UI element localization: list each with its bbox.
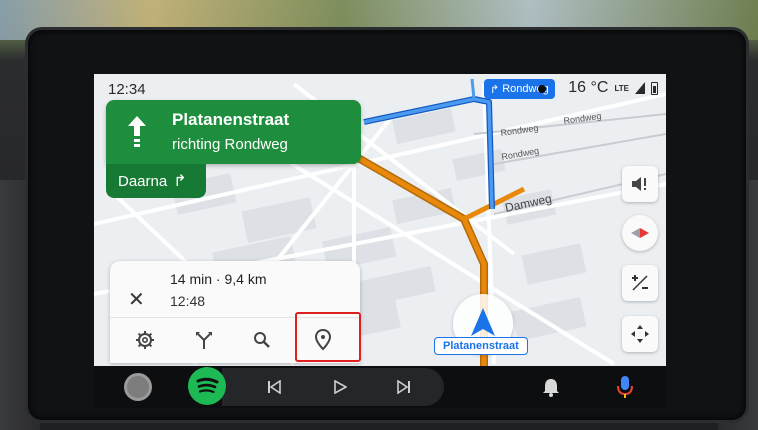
network-label: LTE [614,83,629,93]
clock: 12:34 [108,81,146,98]
settings-icon [136,331,154,349]
turn-right-icon: ↱ [490,83,500,96]
highlight-box [295,312,361,362]
battery-icon [651,81,658,95]
next-button[interactable] [394,377,414,397]
alt-routes-icon [196,332,212,349]
bottom-app-bar [94,366,666,408]
compass-icon [631,228,649,238]
mute-button[interactable] [622,166,658,202]
android-auto-screen: Rondweg Rondweg Rondweg Damweg 12:34 ↱ R… [94,74,666,366]
search-button[interactable] [250,328,274,352]
nav-street-name: Platanenstraat [172,110,290,129]
search-icon [254,332,270,348]
bell-icon [543,379,559,397]
spotify-button[interactable] [188,367,226,405]
voice-assistant-button[interactable] [614,374,636,400]
signal-icon [635,82,645,94]
alt-routes-button[interactable] [192,328,216,352]
recenter-button[interactable] [622,316,658,352]
navigation-instruction-card[interactable]: Platanenstraat richting Rondweg [106,100,361,164]
play-icon [334,380,347,394]
nav-direction: richting Rondweg [172,136,288,153]
previous-button[interactable] [264,377,284,397]
route-blue-north [470,78,476,100]
current-street-label: Platanenstraat [434,337,528,355]
camera-dot [538,85,546,93]
previous-icon [268,380,281,394]
close-icon[interactable]: ✕ [128,287,145,312]
settings-button[interactable] [133,328,157,352]
compass-button[interactable] [622,215,658,251]
temperature: 16 °C [568,79,609,96]
next-icon [397,380,410,394]
arrow-up-icon [128,116,146,147]
play-button[interactable] [330,377,350,397]
trip-duration-distance: 14 min · 9,4 km [170,271,267,287]
then-label: Daarna [118,172,168,190]
spotify-icon [196,377,219,394]
media-controls [222,368,444,406]
then-instruction: Daarna ↱ [106,164,206,198]
plus-minus-icon [632,275,648,291]
recenter-icon [631,325,649,343]
volume-alert-icon [632,177,646,191]
home-button[interactable] [124,373,152,401]
notifications-button[interactable] [540,376,562,398]
status-bar-right: 16 °C LTE [568,79,658,97]
trip-eta: 12:48 [170,293,206,309]
zoom-button[interactable] [622,265,658,301]
microphone-icon [617,376,633,398]
turn-right-icon: ↱ [173,173,187,190]
